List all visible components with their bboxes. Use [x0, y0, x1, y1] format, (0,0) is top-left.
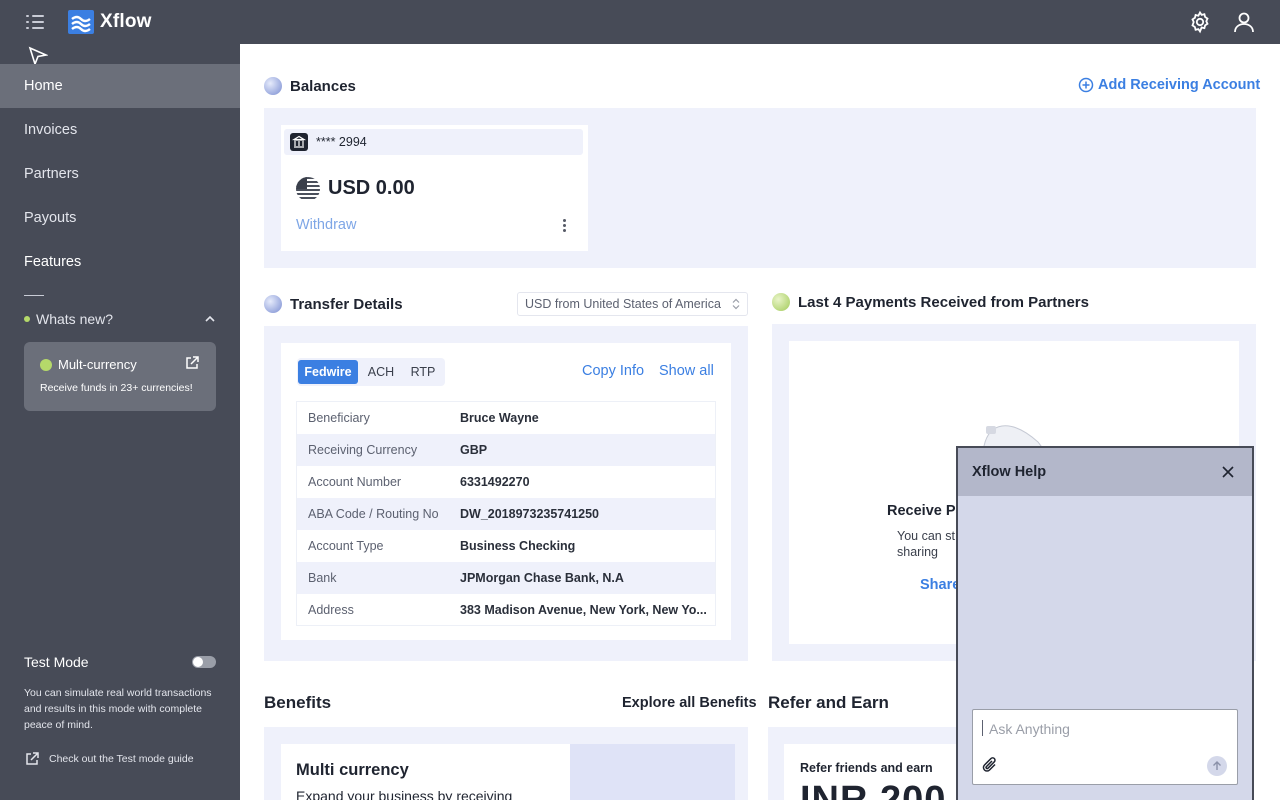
feature-card-description: Receive funds in 23+ currencies!: [40, 382, 193, 394]
table-row: Receiving Currency GBP: [297, 434, 715, 466]
us-flag-icon: [296, 177, 320, 201]
sidebar-item-invoices[interactable]: Invoices: [0, 108, 240, 152]
row-value: 383 Madison Avenue, New York, New Yo...: [460, 603, 707, 617]
top-bar: Xflow: [0, 0, 1280, 44]
table-row: Beneficiary Bruce Wayne: [297, 402, 715, 434]
row-value: Bruce Wayne: [460, 411, 539, 425]
external-link-icon[interactable]: [184, 355, 200, 371]
paperclip-icon[interactable]: [981, 756, 999, 774]
row-label: Bank: [308, 571, 337, 585]
currency-select[interactable]: USD from United States of America: [517, 292, 748, 316]
refer-amount: INR 200: [800, 779, 947, 800]
share-link[interactable]: Share: [920, 577, 960, 593]
account-chip: **** 2994: [284, 129, 583, 155]
sidebar-divider: [24, 295, 44, 296]
row-value: GBP: [460, 443, 488, 457]
test-mode-label: Test Mode: [24, 654, 89, 670]
row-value: 6331492270: [460, 475, 530, 489]
external-link-icon: [26, 752, 39, 765]
arrow-up-icon: [1213, 761, 1221, 770]
balance-amount: USD 0.00: [328, 177, 415, 199]
help-widget: Xflow Help: [956, 446, 1254, 800]
add-receiving-account-button[interactable]: Add Receiving Account: [1078, 77, 1260, 93]
table-row: Account Type Business Checking: [297, 530, 715, 562]
whats-new-card[interactable]: Mult-currency Receive funds in 23+ curre…: [24, 342, 216, 411]
row-value: DW_2018973235741250: [460, 507, 600, 521]
feature-dot: [40, 359, 52, 371]
sidebar: Home Invoices Partners Payouts Features …: [0, 44, 240, 800]
app-name: Xflow: [100, 11, 152, 32]
user-icon[interactable]: [1232, 10, 1256, 34]
empty-state-description: You can st sharing: [897, 529, 955, 559]
row-label: Receiving Currency: [308, 443, 418, 457]
table-row: Bank JPMorgan Chase Bank, N.A: [297, 562, 715, 594]
chevron-up-icon: [205, 315, 215, 322]
tab-rtp[interactable]: RTP: [403, 360, 443, 384]
account-number: **** 2994: [316, 135, 367, 149]
test-mode-guide-link[interactable]: Check out the Test mode guide: [24, 751, 194, 767]
help-input-box: [972, 709, 1238, 785]
refer-card-title: Refer friends and earn: [800, 761, 933, 775]
transfer-title: Transfer Details: [290, 296, 403, 313]
payments-title: Last 4 Payments Received from Partners: [798, 294, 1089, 311]
benefit-card-image: [570, 744, 735, 800]
guide-link-label: Check out the Test mode guide: [49, 753, 194, 765]
copy-info-button[interactable]: Copy Info: [582, 363, 644, 379]
whats-new-toggle[interactable]: Whats new?: [24, 310, 216, 328]
bank-icon: [290, 133, 308, 151]
table-row: Account Number 6331492270: [297, 466, 715, 498]
app-logo[interactable]: Xflow: [68, 10, 152, 34]
benefit-card-title: Multi currency: [296, 761, 409, 779]
refer-title: Refer and Earn: [768, 693, 889, 712]
withdraw-button[interactable]: Withdraw: [296, 217, 356, 233]
table-row: Address 383 Madison Avenue, New York, Ne…: [297, 594, 715, 626]
table-row: ABA Code / Routing No DW_201897323574125…: [297, 498, 715, 530]
explore-benefits-link[interactable]: Explore all Benefits: [622, 695, 757, 711]
sidebar-item-payouts[interactable]: Payouts: [0, 196, 240, 240]
transfer-orb-icon: [264, 295, 282, 313]
feature-card-title: Mult-currency: [58, 357, 137, 372]
whats-new-dot: [24, 316, 30, 322]
transfer-details-table: Beneficiary Bruce Wayne Receiving Curren…: [296, 401, 716, 626]
help-question-input[interactable]: [983, 719, 1223, 739]
row-label: Beneficiary: [308, 411, 370, 425]
tab-ach[interactable]: ACH: [361, 360, 401, 384]
send-button[interactable]: [1207, 756, 1227, 776]
empty-state-title: Receive Pa: [887, 503, 964, 519]
tab-fedwire[interactable]: Fedwire: [298, 360, 358, 384]
menu-icon[interactable]: [26, 13, 46, 31]
row-label: Account Number: [308, 475, 402, 489]
plus-circle-icon: [1078, 77, 1094, 93]
row-label: Address: [308, 603, 354, 617]
row-label: ABA Code / Routing No: [308, 507, 439, 521]
sidebar-item-features[interactable]: Features: [0, 240, 240, 284]
benefit-card-description: Expand your business by receiving: [296, 788, 513, 800]
whats-new-label: Whats new?: [36, 311, 114, 327]
transfer-tabs: Fedwire ACH RTP: [297, 358, 445, 386]
payments-orb-icon: [772, 293, 790, 311]
balances-orb-icon: [264, 77, 282, 95]
cursor-icon: [28, 46, 48, 66]
close-icon[interactable]: [1222, 466, 1234, 478]
row-value: JPMorgan Chase Bank, N.A: [460, 571, 624, 585]
help-title: Xflow Help: [972, 464, 1047, 480]
test-mode-description: You can simulate real world transactions…: [24, 687, 212, 731]
benefits-title: Benefits: [264, 693, 332, 712]
balances-title: Balances: [290, 78, 356, 95]
test-mode-toggle[interactable]: [192, 656, 216, 668]
show-all-button[interactable]: Show all: [659, 363, 714, 379]
currency-select-value: USD from United States of America: [525, 297, 721, 311]
add-account-label: Add Receiving Account: [1098, 77, 1261, 93]
sidebar-item-home[interactable]: Home: [0, 64, 240, 108]
toggle-knob: [193, 657, 203, 667]
row-label: Account Type: [308, 539, 384, 553]
more-options-icon[interactable]: [562, 219, 568, 233]
chevron-updown-icon: [732, 298, 740, 310]
sidebar-item-partners[interactable]: Partners: [0, 152, 240, 196]
help-header: Xflow Help: [958, 448, 1252, 496]
xflow-logo-icon: [68, 10, 94, 34]
row-value: Business Checking: [460, 539, 576, 553]
gear-icon[interactable]: [1188, 10, 1212, 34]
